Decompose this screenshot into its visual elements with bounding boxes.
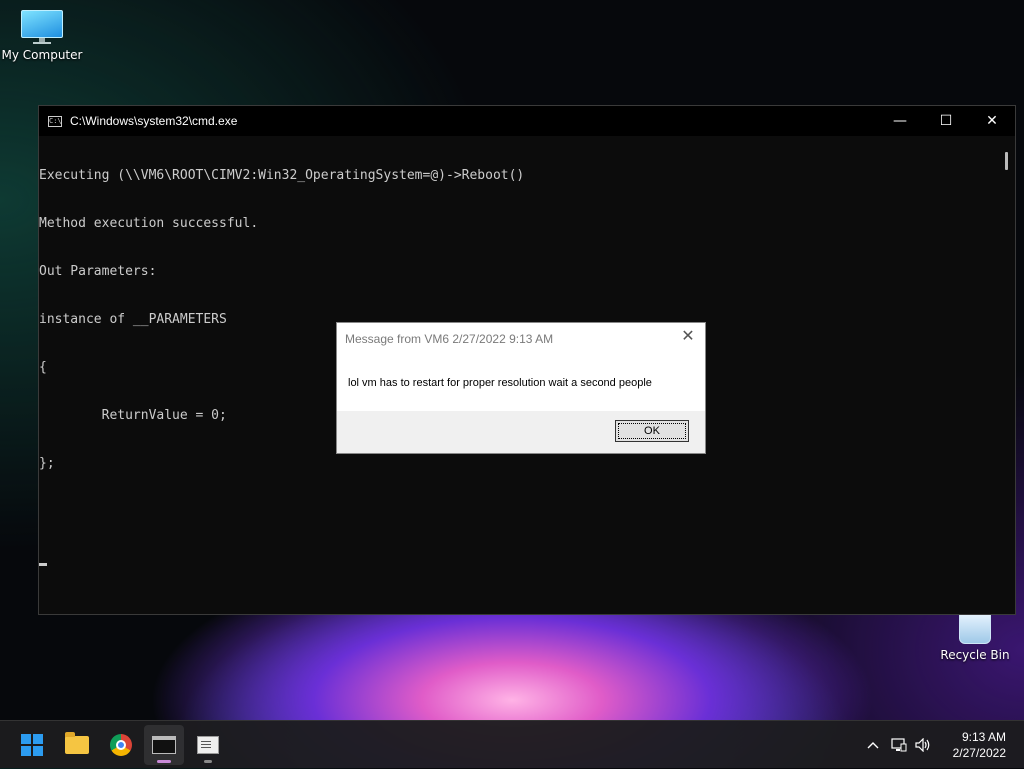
close-icon: ✕ (986, 113, 998, 129)
dialog-footer: OK (337, 411, 705, 453)
dialog-title: Message from VM6 2/27/2022 9:13 AM (345, 332, 554, 346)
desktop-icon-label: My Computer (1, 48, 83, 62)
volume-button[interactable] (912, 734, 934, 756)
clock-date: 2/27/2022 (952, 746, 1006, 760)
network-button[interactable] (888, 734, 910, 756)
recycle-bin-icon (959, 612, 991, 644)
dialog-message: lol vm has to restart for proper resolut… (348, 377, 652, 389)
console-line: Method execution successful. (39, 216, 259, 231)
close-button[interactable]: ✕ (969, 106, 1015, 136)
vertical-scrollbar[interactable] (999, 136, 1015, 614)
desktop-icon-my-computer[interactable]: My Computer (0, 10, 84, 62)
maximize-icon: ☐ (939, 113, 953, 129)
close-icon: ✕ (681, 328, 695, 345)
dialog-close-button[interactable]: ✕ (679, 328, 697, 346)
text-cursor (39, 563, 47, 566)
console-line: Executing (\\VM6\ROOT\CIMV2:Win32_Operat… (39, 168, 525, 183)
message-dialog[interactable]: Message from VM6 2/27/2022 9:13 AM ✕ lol… (336, 322, 706, 454)
active-indicator (157, 760, 171, 763)
cmd-titlebar[interactable]: C:\ C:\Windows\system32\cmd.exe — ☐ ✕ (39, 106, 1015, 136)
taskbar-clock[interactable]: 9:13 AM 2/27/2022 (953, 729, 1006, 761)
taskbar: 9:13 AM 2/27/2022 (0, 720, 1024, 768)
console-line: }; (39, 456, 55, 471)
minimize-icon: — (893, 113, 907, 129)
show-hidden-icons-button[interactable] (862, 734, 884, 756)
windows-logo-icon (21, 734, 43, 756)
maximize-button[interactable]: ☐ (923, 106, 969, 136)
desktop-icon-label: Recycle Bin (940, 648, 1010, 662)
minimize-button[interactable]: — (877, 106, 923, 136)
start-button[interactable] (12, 725, 52, 765)
console-line: Out Parameters: (39, 264, 157, 279)
volume-icon (915, 738, 930, 752)
window-title: C:\Windows\system32\cmd.exe (70, 114, 238, 128)
system-tray (862, 721, 934, 769)
folder-icon (65, 732, 89, 754)
cmd-icon (152, 736, 176, 754)
taskbar-file-explorer[interactable] (57, 725, 97, 765)
clock-time: 9:13 AM (961, 730, 1006, 744)
scrollbar-thumb[interactable] (1005, 152, 1008, 170)
computer-icon (21, 10, 63, 44)
network-icon (891, 738, 907, 752)
desktop-icon-recycle-bin[interactable]: Recycle Bin (933, 612, 1017, 662)
console-prompt-line (39, 552, 999, 568)
notepad-icon (197, 736, 219, 754)
ok-button[interactable]: OK (615, 420, 689, 442)
running-indicator (204, 760, 212, 763)
taskbar-notepad[interactable] (188, 725, 228, 765)
chrome-icon (110, 734, 132, 756)
chevron-up-icon (867, 742, 879, 749)
taskbar-command-prompt[interactable] (144, 725, 184, 765)
console-line-empty (39, 504, 999, 520)
cmd-app-icon: C:\ (48, 115, 62, 127)
taskbar-chrome[interactable] (101, 725, 141, 765)
